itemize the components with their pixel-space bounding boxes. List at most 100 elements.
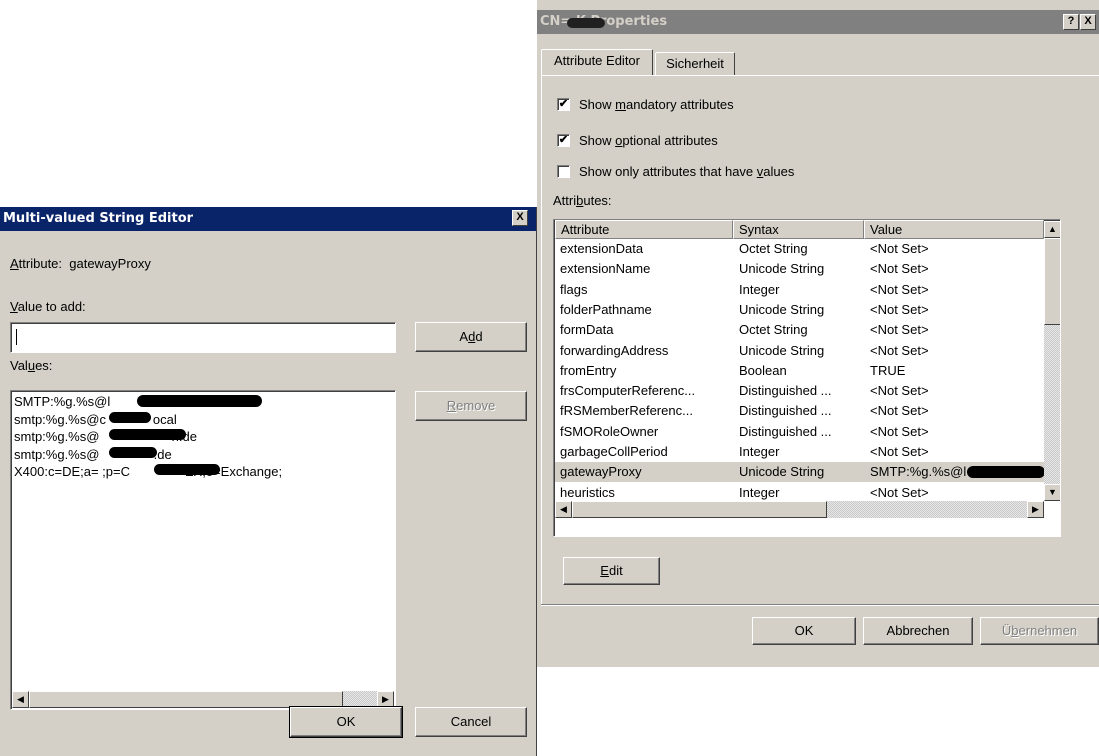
list-item[interactable]: smtp:%g.%s@ .de	[14, 446, 384, 464]
table-row[interactable]: fromEntry Boolean TRUE	[555, 361, 1044, 381]
scroll-down-icon[interactable]: ▼	[1044, 484, 1060, 501]
scroll-up-icon[interactable]: ▲	[1044, 221, 1060, 238]
cell-attribute: extensionData	[560, 241, 644, 256]
value-to-add-input[interactable]	[10, 322, 396, 353]
cell-syntax: Unicode String	[739, 464, 825, 480]
optional-label[interactable]: Show optional attributes	[579, 133, 718, 148]
cell-attribute: forwardingAddress	[560, 342, 669, 358]
cell-attribute: folderPathname	[560, 301, 652, 317]
cell-value: <Not Set>	[870, 423, 929, 439]
properties-dialog: CN= K Properties ? X Attribute Editor Si…	[537, 0, 1099, 667]
ok-button[interactable]: OK	[752, 617, 856, 645]
column-header-syntax[interactable]: Syntax	[733, 220, 864, 239]
separator	[541, 604, 1099, 606]
attributes-label: Attributes:	[553, 193, 612, 208]
table-row[interactable]: fSMORoleOwner Distinguished ... <Not Set>	[555, 422, 1044, 442]
cell-attribute: frsComputerReferenc...	[560, 383, 696, 399]
list-item[interactable]: smtp:%g.%s@c ocal	[14, 411, 384, 429]
cell-value: TRUE	[870, 362, 906, 378]
values-scroll-left-icon[interactable]: ◀	[12, 691, 29, 708]
edit-button[interactable]: Edit	[563, 557, 660, 585]
table-row[interactable]: formData Octet String <Not Set>	[555, 320, 1044, 340]
uebernehmen-button[interactable]: Übernehmen	[980, 617, 1099, 645]
table-row[interactable]: extensionData Octet String <Not Set>	[555, 239, 1044, 259]
help-button[interactable]: ?	[1063, 14, 1079, 30]
cell-value: <Not Set>	[870, 301, 929, 317]
values-label: Values:	[10, 358, 53, 373]
redaction-mark	[109, 412, 151, 423]
multi-valued-string-editor: Multi-valued String Editor X Attribute: …	[0, 207, 537, 756]
cell-syntax: Distinguished ...	[739, 423, 832, 439]
cell-attribute: garbageCollPeriod	[560, 444, 668, 459]
abbrechen-button[interactable]: Abbrechen	[863, 617, 973, 645]
column-header-attribute[interactable]: Attribute	[555, 220, 733, 239]
table-row[interactable]: frsComputerReferenc... Distinguished ... <…	[555, 381, 1044, 401]
properties-title-bar[interactable]: CN= K Properties	[537, 10, 1099, 34]
attributes-list[interactable]: Attribute Syntax Value extensionData Octe…	[553, 219, 1061, 537]
editor-cancel-button[interactable]: Cancel	[415, 707, 527, 737]
cell-value: <Not Set>	[870, 484, 929, 500]
cell-syntax: Unicode String	[739, 261, 825, 277]
cell-attribute: formData	[560, 322, 614, 338]
horizontal-scroll-thumb[interactable]	[572, 501, 827, 518]
table-row[interactable]: flags Integer <Not Set>	[555, 280, 1044, 300]
editor-close-icon[interactable]: X	[512, 210, 528, 226]
add-button[interactable]: Add	[415, 322, 527, 352]
cell-syntax: Distinguished ...	[739, 403, 832, 419]
table-row[interactable]: forwardingAddress Unicode String <Not Set>	[555, 341, 1044, 361]
cell-value: <Not Set>	[870, 403, 929, 419]
tab-attribute-editor[interactable]: Attribute Editor	[541, 49, 653, 75]
remove-button[interactable]: Remove	[415, 391, 527, 421]
values-scroll-right-icon[interactable]: ▶	[377, 691, 394, 708]
mandatory-checkbox[interactable]: ✔	[557, 98, 570, 111]
value-to-add-label: Value to add:	[10, 299, 86, 314]
column-header-value[interactable]: Value	[864, 220, 1044, 239]
redaction-mark	[567, 18, 605, 28]
cell-attribute: fRSMemberReferenc...	[560, 403, 693, 419]
table-row[interactable]: folderPathname Unicode String <Not Set>	[555, 300, 1044, 320]
values-scroll-thumb[interactable]	[29, 691, 343, 708]
cell-value: <Not Set>	[870, 383, 929, 399]
editor-title: Multi-valued String Editor	[3, 211, 194, 226]
cell-attribute: extensionName	[560, 261, 651, 277]
editor-ok-button[interactable]: OK	[289, 706, 403, 738]
cell-syntax: Boolean	[739, 362, 787, 378]
editor-title-bar[interactable]: Multi-valued String Editor	[0, 207, 536, 231]
scroll-right-icon[interactable]: ▶	[1027, 501, 1044, 518]
cell-syntax: Distinguished ...	[739, 383, 832, 399]
cell-attribute: gatewayProxy	[560, 464, 642, 480]
cell-attribute: heuristics	[560, 484, 615, 500]
table-row[interactable]: garbageCollPeriod Integer <Not Set>	[555, 442, 1044, 462]
cell-value: <Not Set>	[870, 444, 929, 459]
cell-value: <Not Set>	[870, 261, 929, 277]
cell-attribute: flags	[560, 281, 588, 297]
values-only-label[interactable]: Show only attributes that have values	[579, 164, 794, 179]
redaction-mark	[137, 395, 262, 407]
cell-value: <Not Set>	[870, 342, 929, 358]
values-list[interactable]: SMTP:%g.%s@l .de smtp:%g.%s@c ocal smtp:%g…	[10, 390, 396, 710]
mandatory-label[interactable]: Show mandatory attributes	[579, 97, 734, 112]
cell-value: <Not Set>	[870, 241, 929, 256]
close-icon[interactable]: X	[1080, 14, 1096, 30]
cell-syntax: Unicode String	[739, 342, 825, 358]
table-row[interactable]: fRSMemberReferenc... Distinguished ... <No…	[555, 401, 1044, 421]
redaction-mark	[967, 466, 1045, 479]
table-row[interactable]: extensionName Unicode String <Not Set>	[555, 259, 1044, 279]
cell-syntax: Integer	[739, 281, 780, 297]
cell-value: <Not Set>	[870, 322, 929, 338]
values-only-checkbox[interactable]	[557, 165, 570, 178]
cell-syntax: Integer	[739, 484, 780, 500]
vertical-scroll-thumb[interactable]	[1044, 238, 1060, 325]
table-row[interactable]: heuristics Integer <Not Set>	[555, 483, 1044, 503]
cell-syntax: Unicode String	[739, 301, 825, 317]
list-item[interactable]: smtp:%g.%s@ h.de	[14, 428, 384, 446]
text-cursor	[16, 329, 17, 345]
attribute-name-label: Attribute: gatewayProxy	[10, 256, 151, 271]
attribute-rows: extensionData Octet String <Not Set> extens…	[555, 239, 1045, 503]
redaction-mark	[109, 447, 157, 458]
optional-checkbox[interactable]: ✔	[557, 134, 570, 147]
redaction-mark	[154, 464, 220, 475]
scroll-left-icon[interactable]: ◀	[555, 501, 572, 518]
cell-attribute: fSMORoleOwner	[560, 423, 659, 439]
tab-sicherheit[interactable]: Sicherheit	[655, 52, 735, 75]
